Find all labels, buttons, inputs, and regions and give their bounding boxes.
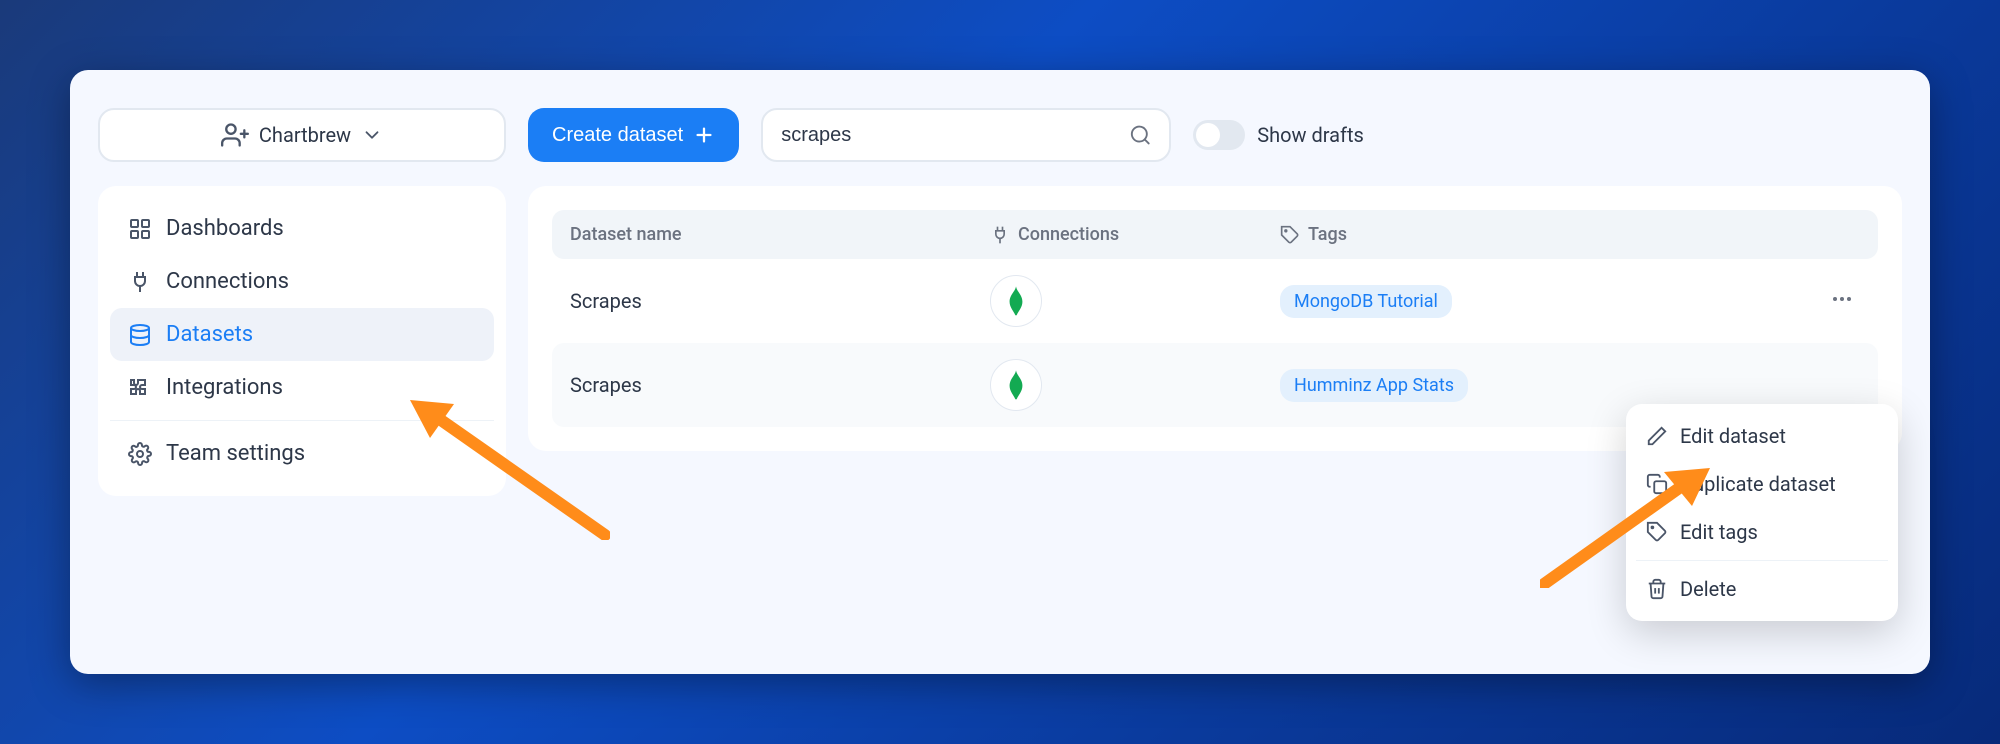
sidebar-item-connections[interactable]: Connections [110,255,494,308]
sidebar: Dashboards Connections Datasets Integrat… [98,186,506,496]
tag[interactable]: Humminz App Stats [1280,369,1468,402]
col-header-name: Dataset name [570,224,950,245]
sidebar-item-label: Integrations [166,375,283,400]
menu-item-label: Duplicate dataset [1680,472,1836,496]
gear-icon [128,442,152,466]
dataset-name: Scrapes [570,373,950,397]
copy-icon [1646,473,1668,495]
users-icon [221,121,249,149]
table-row[interactable]: Scrapes MongoDB Tutorial [552,259,1878,343]
sidebar-item-label: Team settings [166,441,305,466]
menu-item-duplicate-dataset[interactable]: Duplicate dataset [1636,460,1888,508]
col-header-connections: Connections [990,224,1240,245]
menu-item-label: Edit tags [1680,520,1758,544]
puzzle-icon [128,376,152,400]
dataset-name: Scrapes [570,289,950,313]
trash-icon [1646,578,1668,600]
app-window: Chartbrew Create dataset Show drafts Das… [70,70,1930,674]
sidebar-item-dashboards[interactable]: Dashboards [110,202,494,255]
table-header: Dataset name Connections Tags [552,210,1878,259]
more-horizontal-icon [1830,287,1854,311]
menu-item-delete[interactable]: Delete [1636,565,1888,613]
row-more-button[interactable] [1824,281,1860,322]
sidebar-item-datasets[interactable]: Datasets [110,308,494,361]
dashboards-icon [128,217,152,241]
team-dropdown[interactable]: Chartbrew [98,108,506,162]
dataset-tags: MongoDB Tutorial [1280,285,1784,318]
col-header-connections-label: Connections [1018,224,1119,245]
sidebar-item-label: Connections [166,269,289,294]
search-input[interactable] [781,124,1128,147]
col-header-tags-label: Tags [1308,224,1347,245]
create-dataset-label: Create dataset [552,124,683,147]
menu-item-label: Delete [1680,577,1736,601]
tag-icon [1646,521,1668,543]
dataset-connection [990,275,1240,327]
show-drafts-label: Show drafts [1257,123,1364,147]
menu-item-label: Edit dataset [1680,424,1786,448]
dataset-tags: Humminz App Stats [1280,369,1784,402]
search-box [761,108,1171,162]
show-drafts-toggle-wrap: Show drafts [1193,120,1364,150]
sidebar-item-label: Datasets [166,322,253,347]
mongodb-icon [990,275,1042,327]
dataset-connection [990,359,1240,411]
chevron-down-icon [361,124,383,146]
plug-icon [990,225,1010,245]
menu-divider [1636,560,1888,561]
top-bar: Chartbrew Create dataset Show drafts [98,108,1902,162]
sidebar-divider [110,420,494,421]
sidebar-item-label: Dashboards [166,216,284,241]
search-icon [1129,123,1152,147]
tag-icon [1280,225,1300,245]
sidebar-item-integrations[interactable]: Integrations [110,361,494,414]
show-drafts-toggle[interactable] [1193,120,1245,150]
database-icon [128,323,152,347]
plus-icon [693,124,715,146]
plug-icon [128,270,152,294]
tag[interactable]: MongoDB Tutorial [1280,285,1452,318]
create-dataset-button[interactable]: Create dataset [528,108,739,162]
pencil-icon [1646,425,1668,447]
col-header-tags: Tags [1280,224,1860,245]
mongodb-icon [990,359,1042,411]
context-menu: Edit dataset Duplicate dataset Edit tags… [1626,404,1898,621]
team-dropdown-label: Chartbrew [259,123,351,147]
menu-item-edit-dataset[interactable]: Edit dataset [1636,412,1888,460]
menu-item-edit-tags[interactable]: Edit tags [1636,508,1888,556]
sidebar-item-team-settings[interactable]: Team settings [110,427,494,480]
